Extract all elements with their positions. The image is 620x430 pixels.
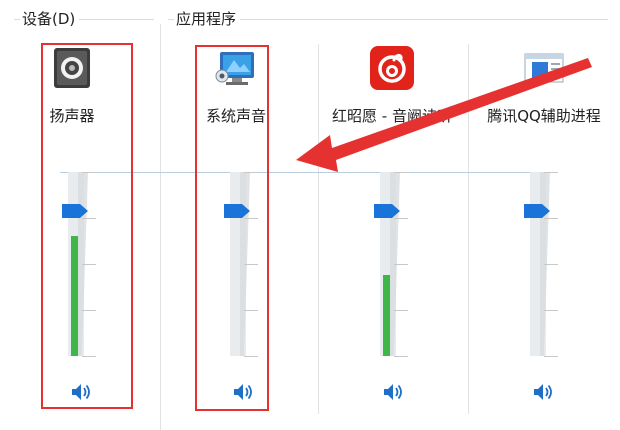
- annotation-arrow: [296, 58, 592, 172]
